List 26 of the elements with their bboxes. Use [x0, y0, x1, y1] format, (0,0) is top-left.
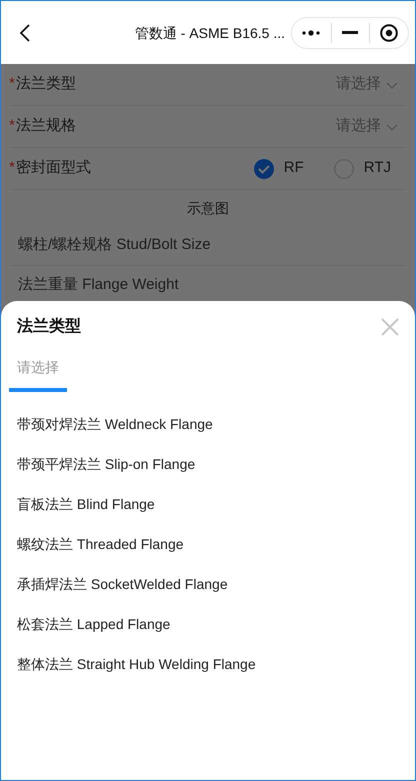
required-mark: * — [9, 158, 15, 178]
option-item[interactable]: 承插焊法兰 SocketWelded Flange — [1, 564, 415, 604]
option-item[interactable]: 带颈平焊法兰 Slip-on Flange — [1, 444, 415, 484]
target-icon — [380, 24, 398, 42]
radio-checked-icon — [254, 158, 274, 178]
radio-option[interactable]: RTJ — [334, 157, 391, 180]
field-label: 密封面型式 — [16, 158, 91, 178]
radio-option[interactable]: RF — [254, 157, 304, 180]
field-label: 法兰类型 — [16, 74, 76, 94]
option-item[interactable]: 松套法兰 Lapped Flange — [1, 604, 415, 644]
option-item[interactable]: 螺纹法兰 Threaded Flange — [1, 524, 415, 564]
page-title: 管数通 - ASME B16.5 ... — [134, 24, 285, 43]
close-icon — [381, 318, 399, 336]
sheet-title: 法兰类型 — [17, 316, 81, 337]
field-label: 法兰规格 — [16, 116, 76, 136]
required-mark: * — [9, 74, 15, 94]
option-item[interactable]: 整体法兰 Straight Hub Welding Flange — [1, 644, 415, 684]
more-dots-icon — [301, 30, 322, 36]
minus-icon — [342, 31, 358, 34]
option-item[interactable]: 带颈对焊法兰 Weldneck Flange — [1, 404, 415, 444]
diagram-label: 示意图 — [187, 198, 229, 218]
back-chevron-icon — [19, 22, 31, 42]
result-label: 螺柱/螺栓规格 Stud/Bolt Size — [18, 235, 211, 256]
required-mark: * — [9, 116, 15, 136]
option-item[interactable]: 盲板法兰 Blind Flange — [1, 484, 415, 524]
result-label: 法兰重量 Flange Weight — [18, 275, 179, 296]
